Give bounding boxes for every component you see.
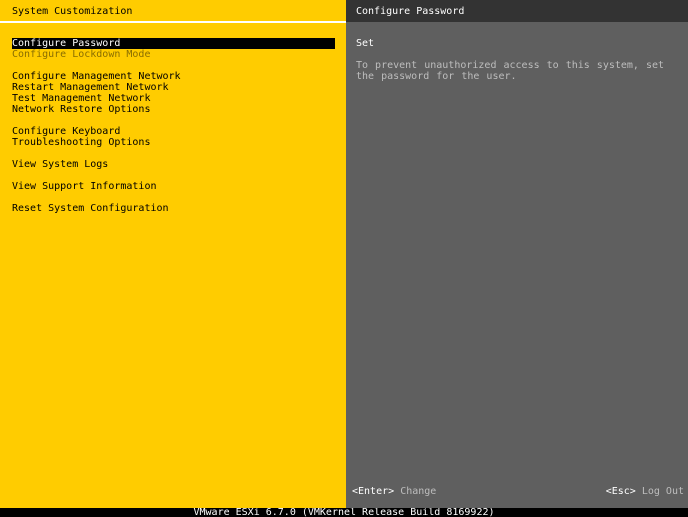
menu-item-test-management-network[interactable]: Test Management Network [12, 93, 150, 104]
details-pane: Configure Password Set To prevent unauth… [346, 0, 688, 508]
esc-logout-hint[interactable]: <Esc> Log Out [606, 486, 684, 497]
menu-item-configure-keyboard[interactable]: Configure Keyboard [12, 126, 120, 137]
details-header: Configure Password [346, 0, 688, 22]
menu-item-view-support-information[interactable]: View Support Information [12, 181, 157, 192]
pane-title: System Customization [12, 6, 133, 17]
enter-change-hint[interactable]: <Enter> Change [352, 486, 436, 497]
menu-item-troubleshooting-options[interactable]: Troubleshooting Options [12, 137, 150, 148]
menu-item-network-restore-options[interactable]: Network Restore Options [12, 104, 150, 115]
status-bar: VMware ESXi 6.7.0 (VMKernel Release Buil… [0, 508, 688, 517]
menu-item-configure-management-network[interactable]: Configure Management Network [12, 71, 181, 82]
logout-action-label: Log Out [641, 486, 684, 497]
details-subtitle: Set [356, 38, 375, 49]
menu-item-view-system-logs[interactable]: View System Logs [12, 159, 108, 170]
system-customization-pane: System Customization Configure Password … [0, 0, 346, 508]
menu-item-configure-password[interactable]: Configure Password [12, 38, 335, 49]
menu-item-restart-management-network[interactable]: Restart Management Network [12, 82, 169, 93]
details-description: To prevent unauthorized access to this s… [356, 60, 665, 82]
title-divider [0, 21, 346, 23]
menu-item-reset-system-configuration[interactable]: Reset System Configuration [12, 203, 169, 214]
details-title: Configure Password [356, 6, 465, 17]
build-version-text: VMware ESXi 6.7.0 (VMKernel Release Buil… [193, 508, 495, 517]
esc-key-label: <Esc> [605, 486, 636, 497]
enter-key-label: <Enter> [352, 486, 395, 497]
esxi-dcui-screen: System Customization Configure Password … [0, 0, 688, 517]
menu-item-configure-lockdown-mode[interactable]: Configure Lockdown Mode [12, 49, 150, 60]
change-action-label: Change [400, 486, 437, 497]
